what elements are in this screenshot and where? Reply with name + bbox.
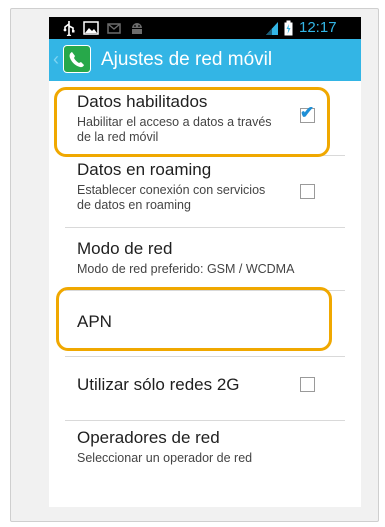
roaming-checkbox[interactable] xyxy=(300,184,315,199)
setting-summary: Establecer conexión con servicios de dat… xyxy=(77,183,266,212)
up-caret-icon[interactable]: ‹ xyxy=(53,49,59,69)
checkmark-icon: ✔ xyxy=(300,103,315,122)
setting-title: Datos en roaming xyxy=(77,160,212,179)
action-bar[interactable]: ‹ Ajustes de red móvil xyxy=(49,39,361,81)
setting-solo-redes-2g[interactable]: Utilizar sólo redes 2G xyxy=(49,357,361,417)
setting-modo-de-red[interactable]: Modo de red Modo de red preferido: GSM /… xyxy=(49,228,361,288)
message-icon xyxy=(107,23,121,34)
usb-icon xyxy=(63,21,75,36)
data-enabled-checkbox[interactable]: ✔ xyxy=(300,104,315,123)
setting-summary: Modo de red preferido: GSM / WCDMA xyxy=(77,262,295,276)
only-2g-checkbox[interactable] xyxy=(300,377,315,392)
phone-settings-icon xyxy=(63,45,91,73)
action-bar-title: Ajustes de red móvil xyxy=(101,49,273,70)
setting-title: Datos habilitados xyxy=(77,92,208,111)
phone-screen: 12:17 ‹ Ajustes de red móvil Datos habil… xyxy=(49,17,361,507)
setting-title: Utilizar sólo redes 2G xyxy=(77,375,240,394)
android-icon xyxy=(132,23,142,34)
setting-title: Operadores de red xyxy=(77,428,220,447)
status-time: 12:17 xyxy=(299,19,337,36)
battery-icon xyxy=(284,20,293,36)
setting-operadores-de-red[interactable]: Operadores de red Seleccionar un operado… xyxy=(49,421,361,481)
setting-title: Modo de red xyxy=(77,239,173,258)
setting-summary: Seleccionar un operador de red xyxy=(77,451,253,465)
signal-icon xyxy=(266,22,278,35)
setting-apn[interactable]: APN xyxy=(49,291,361,351)
setting-datos-habilitados[interactable]: Datos habilitados Habilitar el acceso a … xyxy=(49,81,361,151)
setting-summary: Habilitar el acceso a datos a través de … xyxy=(77,115,272,144)
setting-datos-en-roaming[interactable]: Datos en roaming Establecer conexión con… xyxy=(49,156,361,226)
image-icon xyxy=(83,21,99,35)
setting-title: APN xyxy=(77,312,112,331)
status-bar: 12:17 xyxy=(49,17,361,39)
